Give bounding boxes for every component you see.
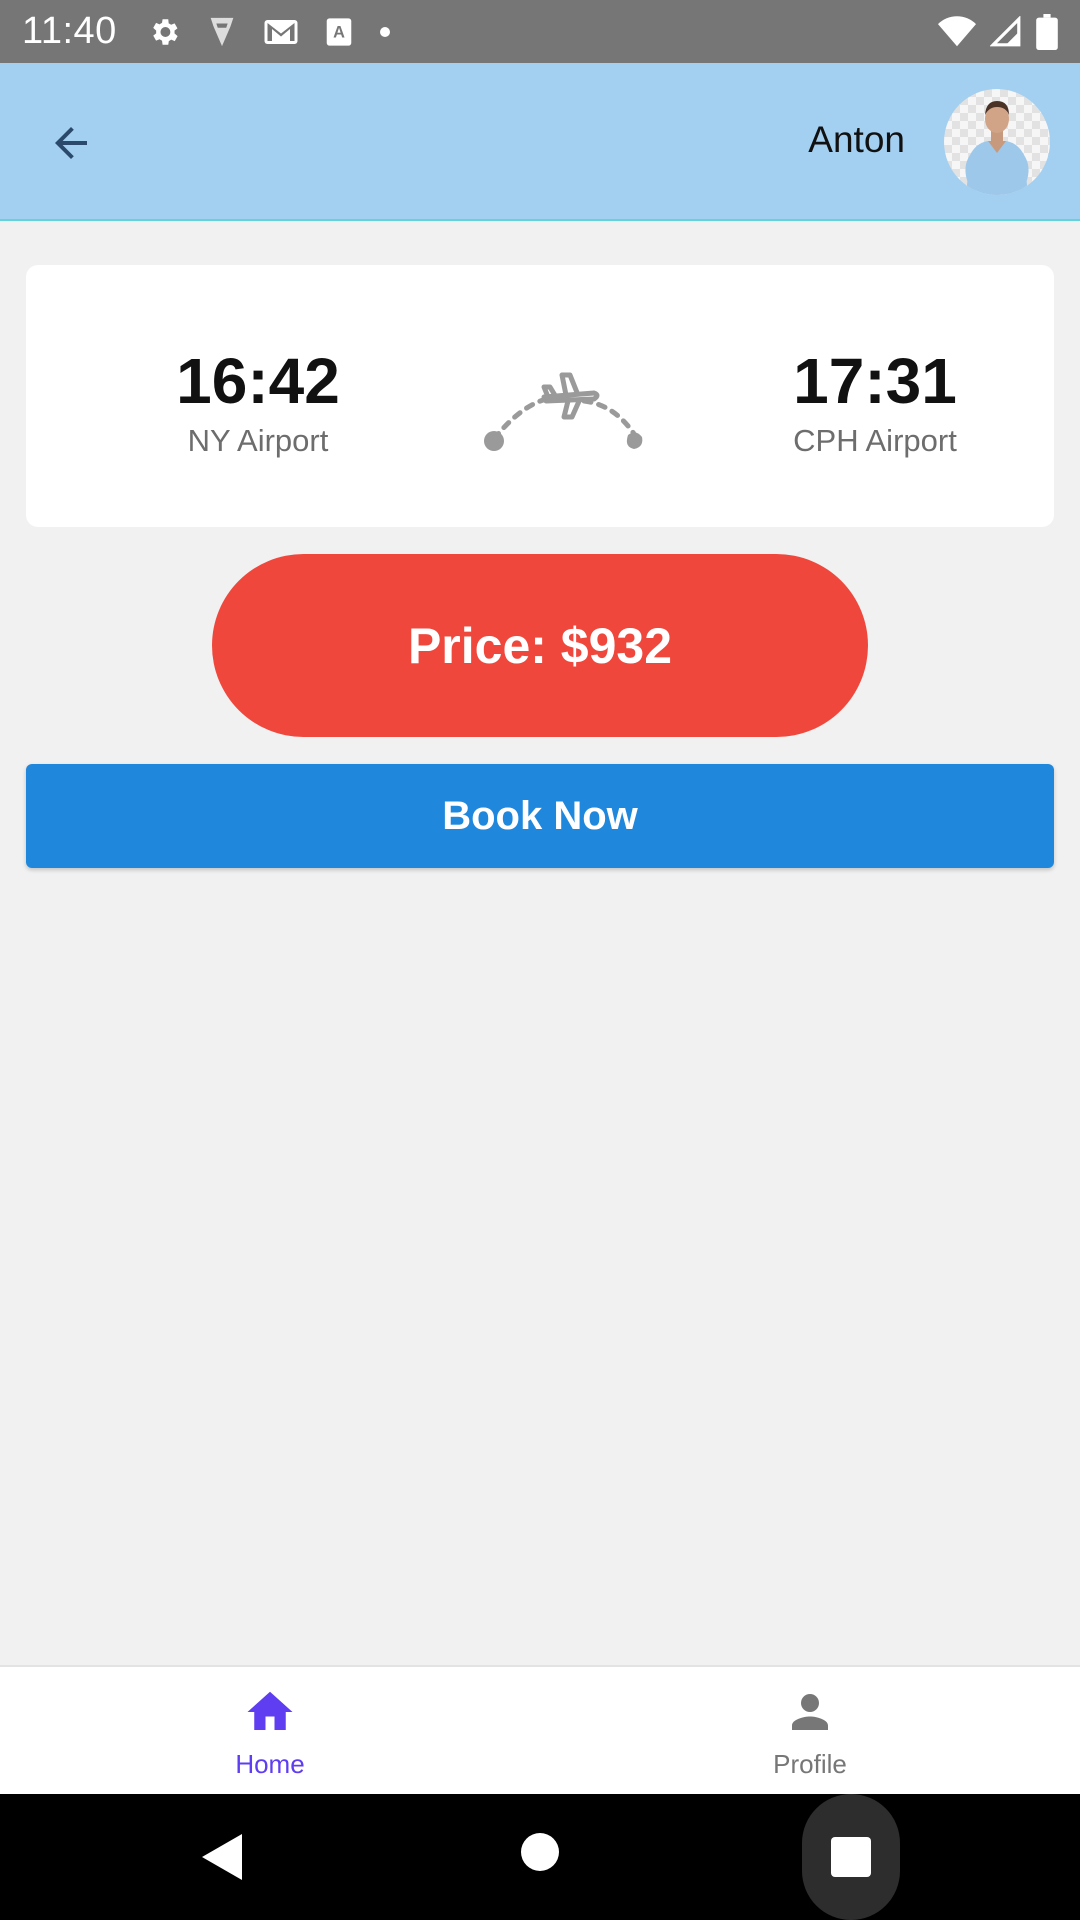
bottom-navigation: Home Profile bbox=[0, 1665, 1080, 1794]
back-button[interactable] bbox=[36, 108, 106, 178]
system-home-icon[interactable] bbox=[521, 1833, 559, 1871]
system-recents-icon bbox=[831, 1837, 871, 1877]
avatar[interactable] bbox=[944, 89, 1050, 195]
svg-text:A: A bbox=[333, 23, 345, 41]
user-avatar bbox=[965, 101, 1029, 195]
shield-icon bbox=[207, 15, 237, 49]
status-bar: 11:40 A bbox=[0, 0, 1080, 63]
app-bar: Anton bbox=[0, 63, 1080, 221]
system-back-icon[interactable] bbox=[200, 1832, 244, 1882]
status-time: 11:40 bbox=[22, 10, 117, 52]
system-recents-button[interactable] bbox=[802, 1794, 900, 1920]
flight-route-icon bbox=[484, 372, 643, 451]
dot-icon bbox=[379, 26, 391, 38]
departure-airport: NY Airport bbox=[187, 423, 329, 458]
flight-card: 16:42 NY Airport 17:31 CPH Airport bbox=[26, 265, 1054, 527]
nav-item-home[interactable]: Home bbox=[0, 1667, 540, 1794]
arrow-left-icon bbox=[55, 127, 87, 159]
home-icon bbox=[247, 1691, 293, 1730]
arrival-info: 17:31 CPH Airport bbox=[745, 345, 1005, 459]
status-icons-right bbox=[938, 13, 1058, 50]
person-icon bbox=[792, 1694, 828, 1730]
arrival-time: 17:31 bbox=[793, 345, 957, 417]
departure-time: 16:42 bbox=[176, 345, 340, 417]
gear-icon bbox=[147, 15, 181, 49]
battery-icon bbox=[1036, 13, 1058, 50]
user-name: Anton bbox=[808, 119, 905, 160]
book-now-button[interactable]: Book Now bbox=[26, 764, 1054, 868]
status-icons-left: A bbox=[147, 15, 391, 49]
price-badge: Price: $932 bbox=[212, 554, 868, 737]
system-navigation-bar bbox=[0, 1794, 1080, 1920]
font-a-icon: A bbox=[325, 17, 353, 47]
signal-icon bbox=[990, 15, 1022, 48]
wifi-icon bbox=[938, 15, 976, 48]
departure-info: 16:42 NY Airport bbox=[128, 345, 388, 459]
nav-item-profile[interactable]: Profile bbox=[540, 1667, 1080, 1794]
nav-label-home: Home bbox=[235, 1749, 305, 1779]
nav-label-profile: Profile bbox=[773, 1749, 847, 1779]
gmail-icon bbox=[263, 18, 299, 46]
arrival-airport: CPH Airport bbox=[793, 423, 957, 458]
